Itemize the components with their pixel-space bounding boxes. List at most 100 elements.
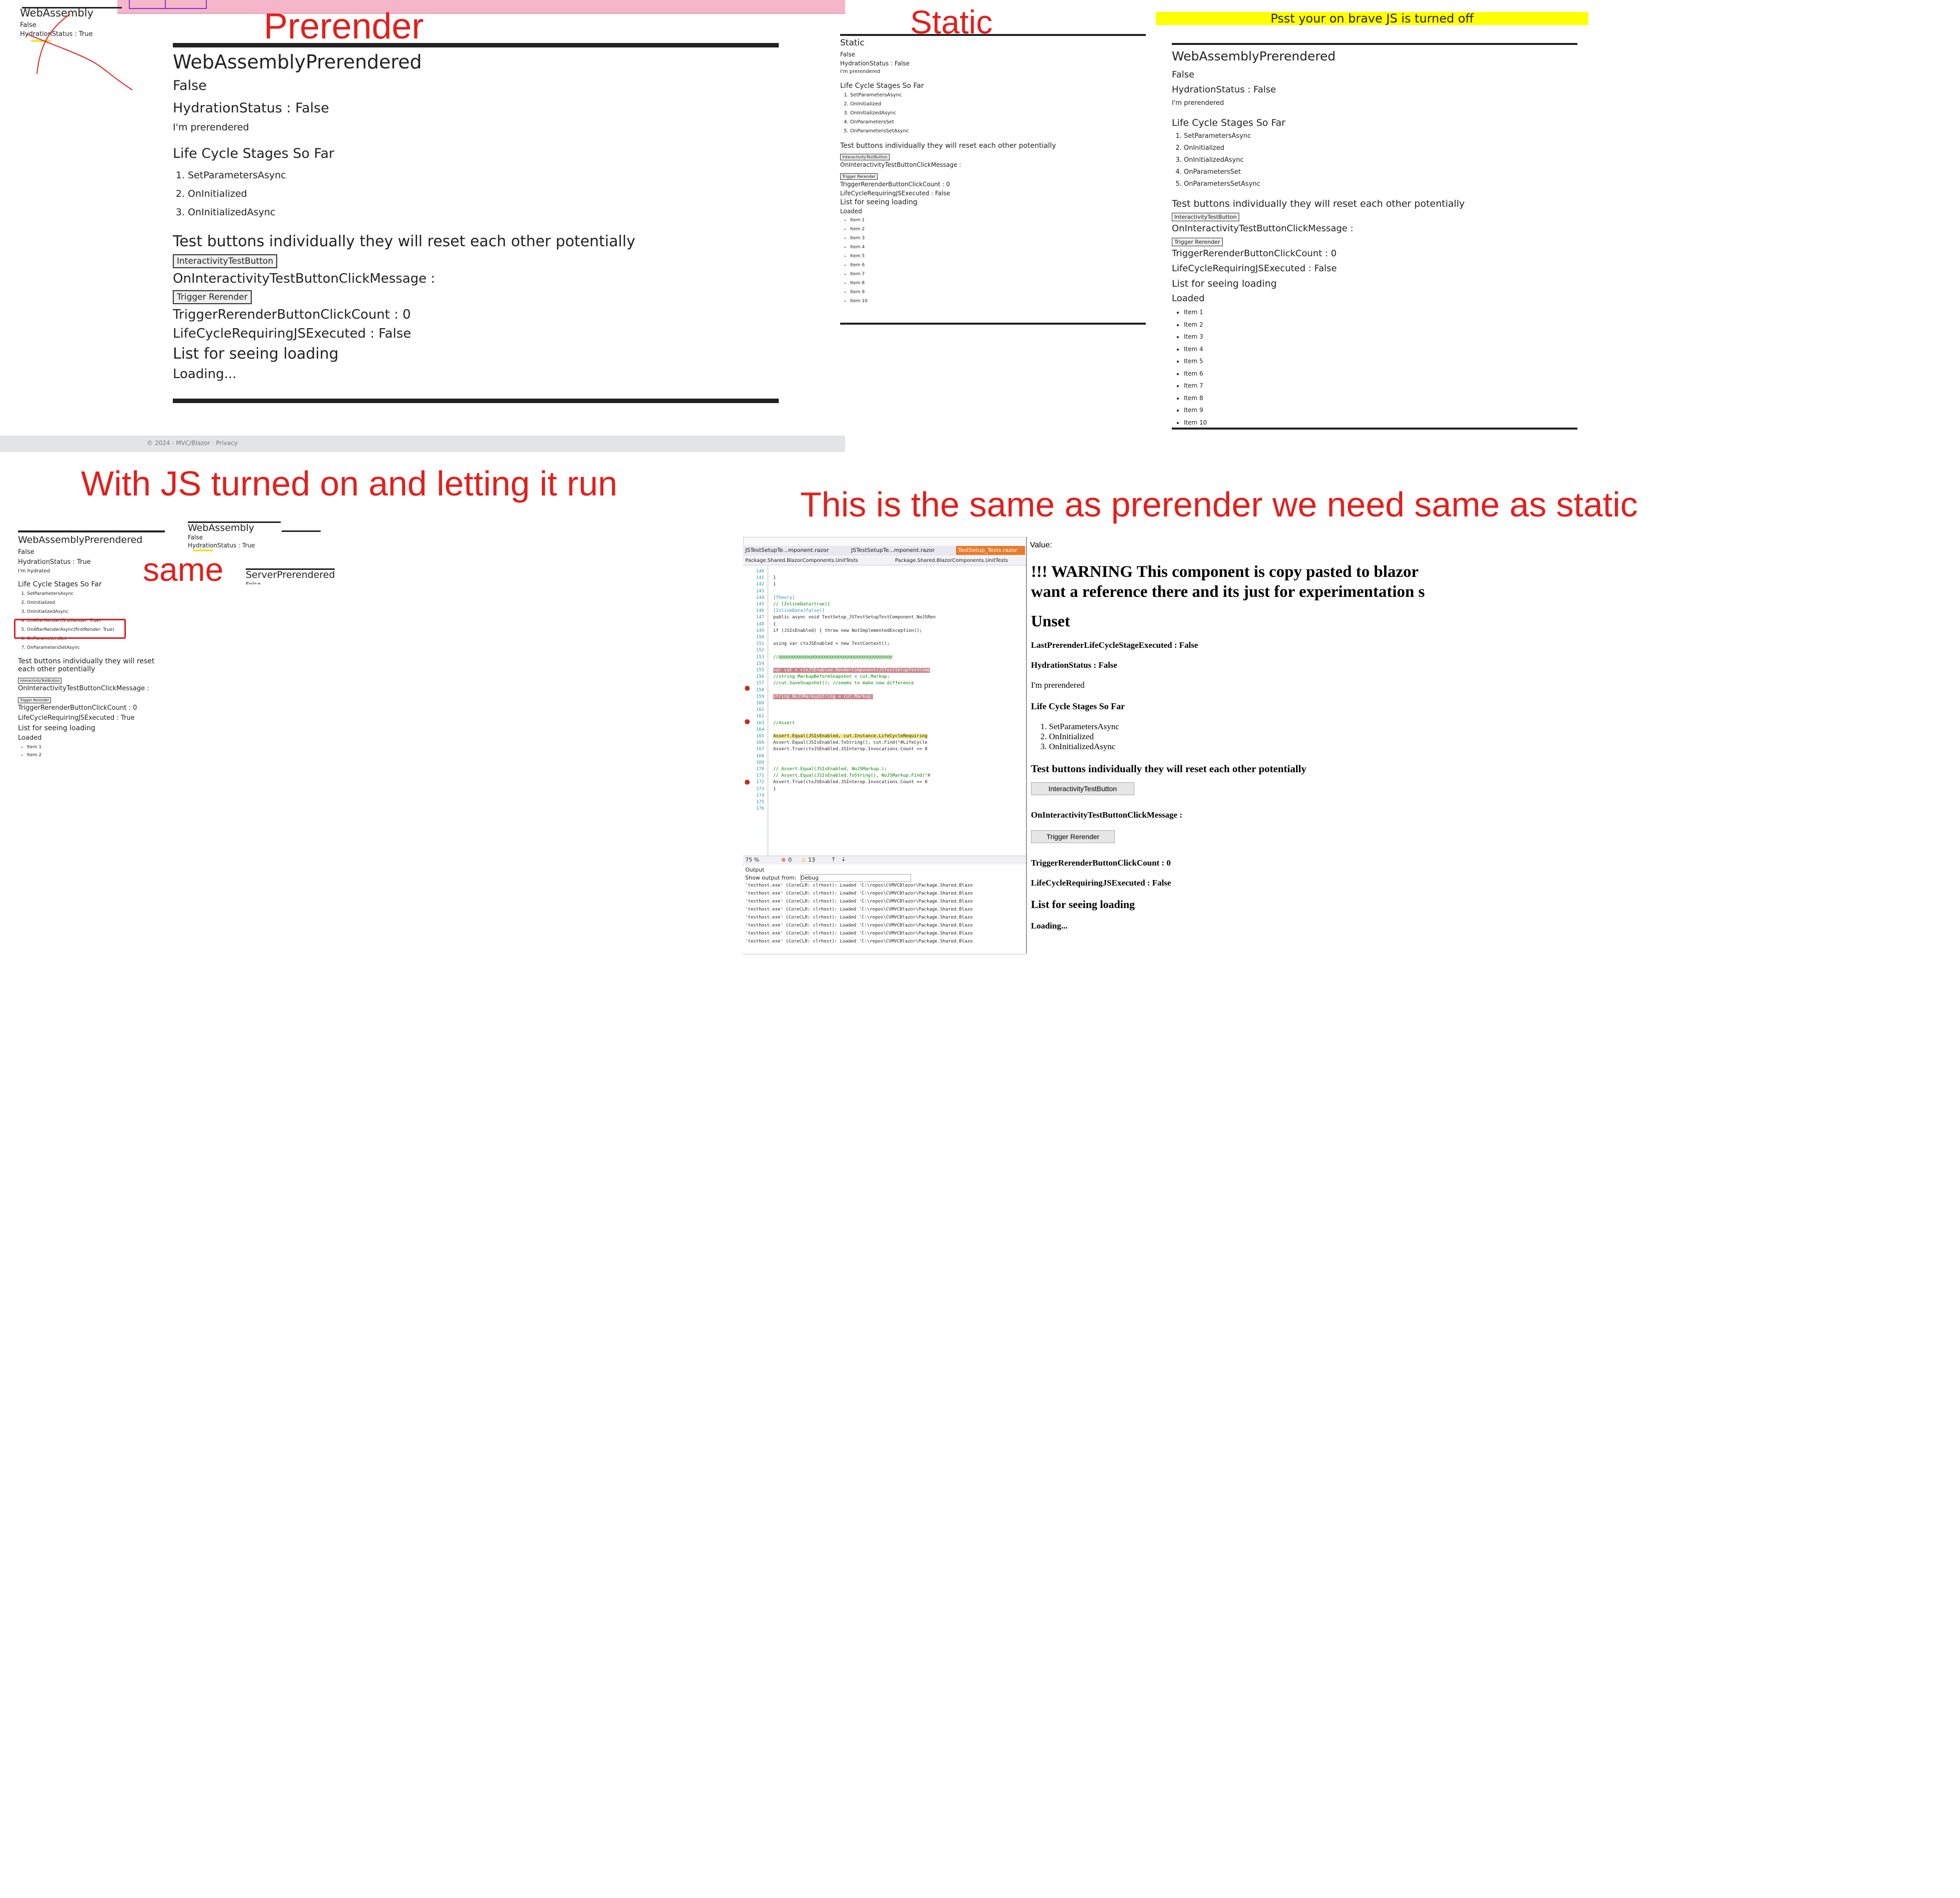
lifecycle-heading: Life Cycle Stages So Far (1031, 701, 1125, 711)
mini-value: False (246, 581, 261, 584)
lifecycle-heading: Life Cycle Stages So Far (1172, 117, 1286, 128)
trigger-rerender-button[interactable]: Trigger Rerender (840, 173, 878, 180)
lifecycle-list: SetParametersAsync OnInitialized OnIniti… (1172, 130, 1577, 190)
prerender-navbar (117, 0, 845, 14)
js-webassembly-prerendered-card: WebAssemblyPrerendered False HydrationSt… (18, 532, 165, 759)
breakpoint-icon[interactable] (745, 686, 750, 691)
list-item: Item 2 (27, 751, 165, 759)
prerender-nav-button[interactable] (129, 0, 166, 9)
interactivity-test-button[interactable]: InteractivityTestButton (1172, 213, 1239, 221)
vs-editor-status-bar: 75 % ⊗ 0 ⚠ 13 ↑ ↓ (743, 856, 1026, 864)
vs-project-dropdown[interactable]: Package.Shared.BlazorComponents.UnitTest… (893, 557, 1027, 566)
trigger-rerender-button[interactable]: Trigger Rerender (173, 290, 252, 304)
js-executed: LifeCycleRequiringJSExecuted : True (18, 714, 135, 722)
prerender-nav-button[interactable] (165, 0, 207, 9)
onint-message: OnInteractivityTestButtonClickMessage : (1172, 223, 1354, 234)
footer-text: © 2024 - MVC/Blazor · Privacy (147, 440, 238, 447)
arrow-up-icon[interactable]: ↑ (831, 856, 836, 863)
list-item: OnParametersSet (1184, 166, 1577, 178)
trigger-rerender-button[interactable]: Trigger Rerender (1031, 830, 1115, 843)
line-number: 145 (756, 602, 764, 607)
rerender-count: TriggerRerenderButtonClickCount : 0 (840, 181, 950, 188)
list-item: Item 8 (850, 279, 1146, 288)
list-item: Item 1 (1184, 306, 1577, 319)
vs-tab[interactable]: JSTestSetupTe...mponent.razor (743, 546, 847, 555)
card-bottom-border (173, 399, 779, 403)
static-card: Static False HydrationStatus : False I'm… (840, 35, 1146, 306)
rerender-count: TriggerRerenderButtonClickCount : 0 (173, 307, 411, 322)
trigger-rerender-button[interactable]: Trigger Rerender (18, 697, 51, 703)
onint-message: OnInteractivityTestButtonClickMessage : (173, 271, 436, 286)
vs-tab-strip: JSTestSetupTe...mponent.razor JSTestSetu… (743, 546, 1026, 556)
list-item: Item 3 (1184, 331, 1577, 343)
card-bottom-border (840, 323, 1146, 325)
list-item: SetParametersAsync (1049, 722, 1442, 732)
line-number: 152 (756, 648, 764, 653)
js-mini-webassembly: WebAssembly False HydrationStatus : True (188, 522, 323, 551)
log-line: 'testhost.exe' (CoreCLR: clrhost): Loade… (745, 891, 973, 896)
test-heading: Test buttons individually they will rese… (18, 657, 155, 673)
output-source-select[interactable]: Debug (800, 874, 911, 882)
error-count: 0 (788, 857, 792, 863)
hydrated-note: I'm hydrated (18, 568, 50, 574)
mini-title: ServerPrerendered (246, 569, 335, 580)
line-number: 165 (756, 734, 764, 739)
list-item: OnInitializedAsync (27, 607, 165, 616)
red-highlight-box (14, 619, 126, 639)
vs-project-dropdown[interactable]: Package.Shared.BlazorComponents.UnitTest… (743, 557, 887, 566)
unset-heading: Unset (1031, 612, 1070, 630)
prerender-note: I'm prerendered (173, 122, 249, 133)
annotation-js-on: With JS turned on and letting it run (81, 464, 617, 503)
loading-text: Loading... (173, 367, 237, 382)
code-line: using var ctxJSEnabled = new TestContext… (773, 641, 890, 647)
list-item: Item 7 (1184, 380, 1577, 392)
code-line: Assert.Equal(JSIsEnabled.ToString(), cut… (773, 740, 928, 746)
code-line: //@@@@@@@@@@@@@@@@@@@@@@@@@@@@@@@@@@@@@@… (773, 654, 893, 660)
error-icon: ⊗ (781, 857, 786, 863)
code-line: // Assert.Equal(JSIsEnabled, NoJSMarkup.… (773, 767, 887, 772)
last-prerender-stage: LastPrerenderLifeCycleStageExecuted : Fa… (1031, 640, 1198, 650)
lifecycle-list: SetParametersAsync OnInitialized OnIniti… (173, 166, 779, 222)
test-heading: Test buttons individually they will rese… (840, 142, 1056, 150)
trigger-rerender-button[interactable]: Trigger Rerender (1172, 238, 1223, 246)
mini-hydration: HydrationStatus : True (188, 542, 255, 549)
interactivity-test-button[interactable]: InteractivityTestButton (173, 254, 277, 268)
prerender-note: I'm prerendered (1031, 680, 1085, 690)
rerender-count: TriggerRerenderButtonClickCount : 0 (1172, 248, 1337, 259)
vs-project-bar: Package.Shared.BlazorComponents.UnitTest… (743, 557, 1026, 565)
line-number: 170 (756, 767, 764, 772)
list-item: Item 7 (850, 270, 1146, 279)
interactivity-test-button[interactable]: InteractivityTestButton (1031, 782, 1134, 795)
items-list: Item 1 Item 2 (18, 743, 165, 759)
code-line: Assert.True(ctxJSEnabled.JSInterop.Invoc… (773, 780, 928, 785)
line-number: 144 (756, 595, 764, 600)
list-item: Item 2 (1184, 319, 1577, 331)
arrow-down-icon[interactable]: ↓ (841, 856, 846, 863)
onint-message: OnInteractivityTestButtonClickMessage : (840, 161, 962, 168)
vs-tab[interactable]: JSTestSetupTe...mponent.razor (849, 546, 953, 555)
breakpoint-icon[interactable] (745, 719, 750, 724)
interactivity-test-button[interactable]: InteractivityTestButton (840, 154, 890, 160)
line-number: 151 (756, 641, 764, 647)
list-item: OnInitialized (188, 185, 779, 203)
line-number: 172 (756, 780, 764, 785)
red-scribble (26, 14, 133, 90)
lifecycle-heading: Life Cycle Stages So Far (840, 82, 924, 90)
list-heading: List for seeing loading (840, 198, 918, 206)
list-item: OnParametersSetAsync (850, 127, 1146, 136)
interactivity-test-button[interactable]: InteractivityTestButton (18, 678, 62, 684)
line-number: 174 (756, 793, 764, 798)
zoom-level[interactable]: 75 % (745, 857, 759, 863)
vs-tab-active[interactable]: TestSetup_Tests.razor (956, 546, 1025, 555)
lifecycle-list: SetParametersAsync OnInitialized OnIniti… (1027, 722, 1442, 752)
card-top-border (282, 530, 321, 532)
code-line: } (773, 786, 776, 792)
list-item: Item 2 (850, 225, 1146, 234)
code-line: [Theory] (773, 595, 795, 600)
list-item: Item 4 (850, 243, 1146, 252)
list-heading: List for seeing loading (1172, 278, 1277, 289)
breakpoint-icon[interactable] (745, 780, 750, 785)
items-list: Item 1 Item 2 Item 3 Item 4 Item 5 Item … (1172, 306, 1577, 429)
vs-code-editor[interactable]: 140 141 } 142 } 143 144 [Theory] 145 // [Inli… (743, 566, 1026, 856)
line-number: 169 (756, 760, 764, 765)
